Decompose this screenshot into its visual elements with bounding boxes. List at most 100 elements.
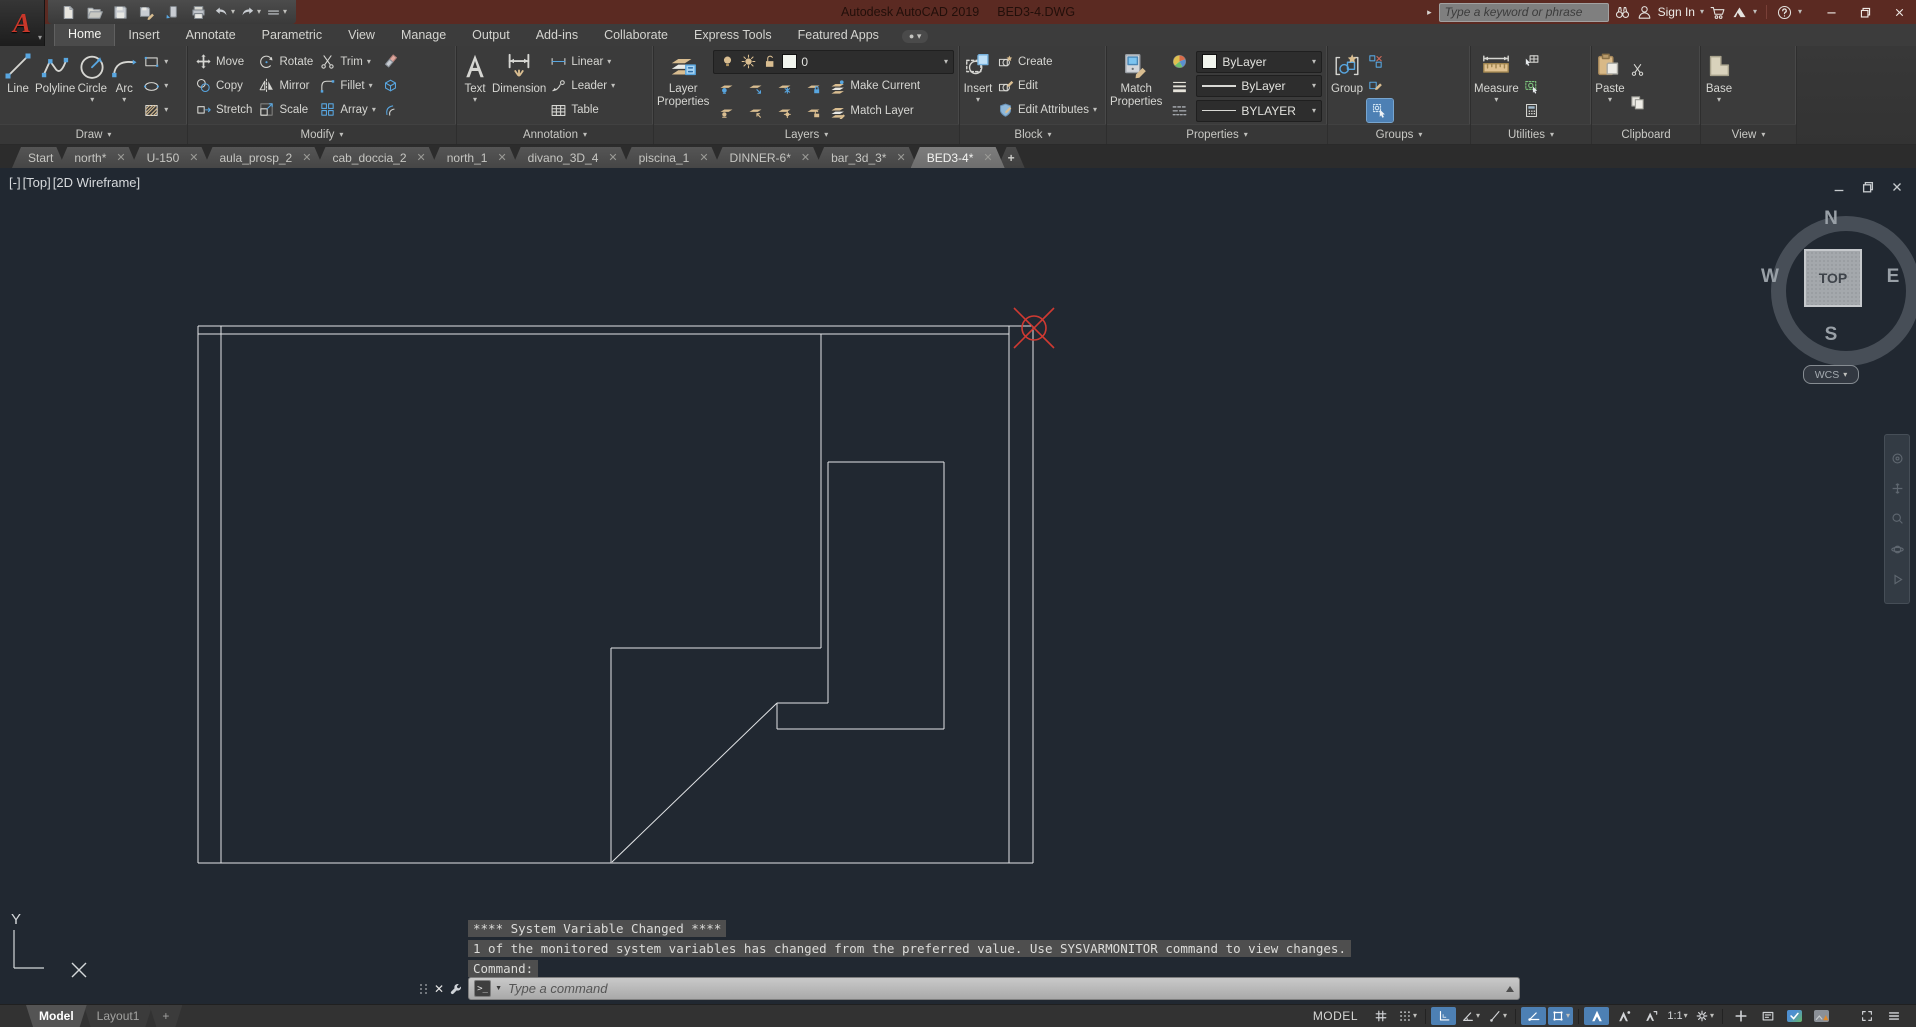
infocenter-collapse-icon[interactable]: ▸ [1425, 7, 1434, 18]
text-button[interactable]: Text ▾ [460, 48, 490, 124]
command-prompt-icon[interactable]: >_ [474, 980, 492, 997]
file-tab-piscina-1[interactable]: piscina_1 ✕ [623, 147, 721, 168]
layer-unlock-button[interactable] [800, 99, 826, 122]
command-input-bar[interactable]: >_ ▼ [468, 977, 1521, 1000]
make-current-button[interactable]: Make Current [829, 75, 920, 98]
file-tab-divano-3d-4[interactable]: divano_3D_4 ✕ [512, 147, 630, 168]
copy-clip-button[interactable] [1629, 91, 1646, 114]
file-tab-north-1[interactable]: north_1 ✕ [431, 147, 519, 168]
autoscale-toggle[interactable] [1611, 1007, 1636, 1025]
undo-button[interactable]: ▾ [212, 1, 236, 23]
viewcube-top-face[interactable]: TOP [1804, 249, 1862, 307]
close-icon[interactable]: ✕ [896, 151, 905, 164]
hatch-button[interactable]: ▾ [143, 99, 168, 122]
annotation-scale-toggle[interactable]: 1:1 ▾ [1665, 1007, 1690, 1025]
panel-draw-footer[interactable]: Draw ▾ [0, 124, 187, 144]
viewport-menu[interactable]: [-] [8, 175, 22, 190]
object-snap-toggle[interactable]: ▾ [1548, 1007, 1573, 1025]
doc-restore-button[interactable] [1861, 180, 1875, 199]
autodesk-app-icon[interactable] [1731, 4, 1748, 21]
close-icon[interactable]: ✕ [497, 151, 506, 164]
group-edit-button[interactable] [1367, 75, 1393, 98]
match-properties-button[interactable]: Match Properties [1110, 48, 1162, 124]
color-wheel-button[interactable] [1166, 50, 1192, 73]
file-tab-dinner-6[interactable]: DINNER-6* ✕ [714, 147, 823, 168]
customize-qat-button[interactable]: ▾ [264, 1, 288, 23]
new-layout-button[interactable]: + [149, 1005, 182, 1027]
isometric-drafting-toggle[interactable]: ▾ [1485, 1007, 1510, 1025]
graphics-warning-toggle[interactable] [1809, 1007, 1834, 1025]
viewport-visual-style-control[interactable]: [2D Wireframe] [52, 175, 141, 190]
help-chevron-icon[interactable]: ▾ [1798, 8, 1802, 16]
quick-properties-toggle[interactable] [1755, 1007, 1780, 1025]
calculator-button[interactable] [1523, 99, 1540, 122]
quick-calc-button[interactable] [1523, 75, 1540, 98]
user-icon[interactable] [1636, 4, 1653, 21]
recent-commands-chevron-icon[interactable]: ▼ [495, 985, 502, 992]
move-button[interactable]: Move [195, 50, 252, 73]
new-file-button[interactable] [56, 1, 80, 23]
panel-clipboard-footer[interactable]: Clipboard [1592, 124, 1700, 144]
polyline-button[interactable]: Polyline [35, 48, 75, 124]
ribbon-tab-insert[interactable]: Insert [115, 25, 172, 46]
app-menu-button[interactable]: A ▾ [0, 0, 45, 46]
panel-layers-footer[interactable]: Layers ▾ [654, 124, 959, 144]
layer-lock-button[interactable] [800, 75, 826, 98]
redo-button[interactable]: ▾ [238, 1, 262, 23]
object-color-dropdown[interactable]: ByLayer ▾ [1196, 50, 1322, 73]
restore-button[interactable] [1848, 1, 1882, 23]
ungroup-button[interactable] [1367, 50, 1393, 73]
doc-close-button[interactable] [1890, 180, 1904, 199]
viewcube-west[interactable]: W [1761, 266, 1779, 288]
app-store-cart-icon[interactable] [1709, 4, 1726, 21]
ribbon-display-toggle[interactable]: ● ▾ [901, 30, 929, 43]
viewcube-east[interactable]: E [1887, 266, 1900, 288]
panel-modify-footer[interactable]: Modify ▾ [188, 124, 456, 144]
ribbon-tab-add-ins[interactable]: Add-ins [523, 25, 591, 46]
show-motion-icon[interactable] [1891, 573, 1904, 586]
file-tab-bed3-4[interactable]: BED3-4* ✕ [911, 147, 1005, 168]
ortho-mode-toggle[interactable] [1431, 1007, 1456, 1025]
save-as-button[interactable] [134, 1, 158, 23]
ribbon-tab-annotate[interactable]: Annotate [173, 25, 249, 46]
match-layer-button[interactable]: Match Layer [829, 99, 914, 122]
drawing-canvas[interactable]: Y [-] [Top] [2D Wireframe] N S W E TOP W… [0, 168, 1916, 1005]
arc-button[interactable]: Arc ▾ [109, 48, 139, 124]
ribbon-tab-featured-apps[interactable]: Featured Apps [785, 25, 892, 46]
command-history-up-icon[interactable] [1506, 985, 1515, 992]
minimize-button[interactable] [1814, 1, 1848, 23]
file-tab-u-150[interactable]: U-150 ✕ [131, 147, 211, 168]
create-button[interactable]: Create [997, 50, 1097, 73]
navigation-bar[interactable] [1884, 434, 1910, 604]
annotation-scale-icon-toggle[interactable] [1638, 1007, 1663, 1025]
workspace-switching-toggle[interactable]: ▾ [1692, 1007, 1717, 1025]
layer-dropdown[interactable]: 0 ▾ [713, 49, 954, 74]
close-button[interactable] [1882, 1, 1916, 23]
linetype-dropdown[interactable]: BYLAYER ▾ [1196, 99, 1322, 122]
print-button[interactable] [186, 1, 210, 23]
circle-button[interactable]: Circle ▾ [77, 48, 107, 124]
erase-button[interactable] [382, 50, 399, 73]
mobile-share-button[interactable] [160, 1, 184, 23]
file-tab-cab-doccia-2[interactable]: cab_doccia_2 ✕ [316, 147, 437, 168]
fillet-button[interactable]: Fillet ▾ [319, 74, 376, 97]
dimension-button[interactable]: Dimension [492, 48, 546, 124]
close-icon[interactable]: ✕ [302, 151, 311, 164]
layer-on-button[interactable] [713, 99, 739, 122]
command-close-icon[interactable]: ✕ [434, 982, 444, 996]
layer-isolate-button[interactable] [742, 75, 768, 98]
zoom-icon[interactable] [1891, 512, 1904, 525]
file-tab-north[interactable]: north* ✕ [58, 147, 137, 168]
leader-button[interactable]: Leader ▾ [550, 75, 615, 98]
viewcube-north[interactable]: N [1824, 208, 1838, 230]
group-select-button[interactable] [1365, 97, 1394, 123]
command-grip-handle[interactable] [420, 983, 428, 994]
panel-view-footer[interactable]: View ▾ [1701, 124, 1796, 144]
annotation-visibility-toggle[interactable] [1584, 1007, 1609, 1025]
viewcube-south[interactable]: S [1825, 324, 1838, 346]
annotation-monitor-toggle[interactable] [1728, 1007, 1753, 1025]
close-icon[interactable]: ✕ [699, 151, 708, 164]
ribbon-tab-collaborate[interactable]: Collaborate [591, 25, 681, 46]
panel-properties-footer[interactable]: Properties ▾ [1107, 124, 1327, 144]
lineweight-button[interactable] [1166, 75, 1192, 98]
